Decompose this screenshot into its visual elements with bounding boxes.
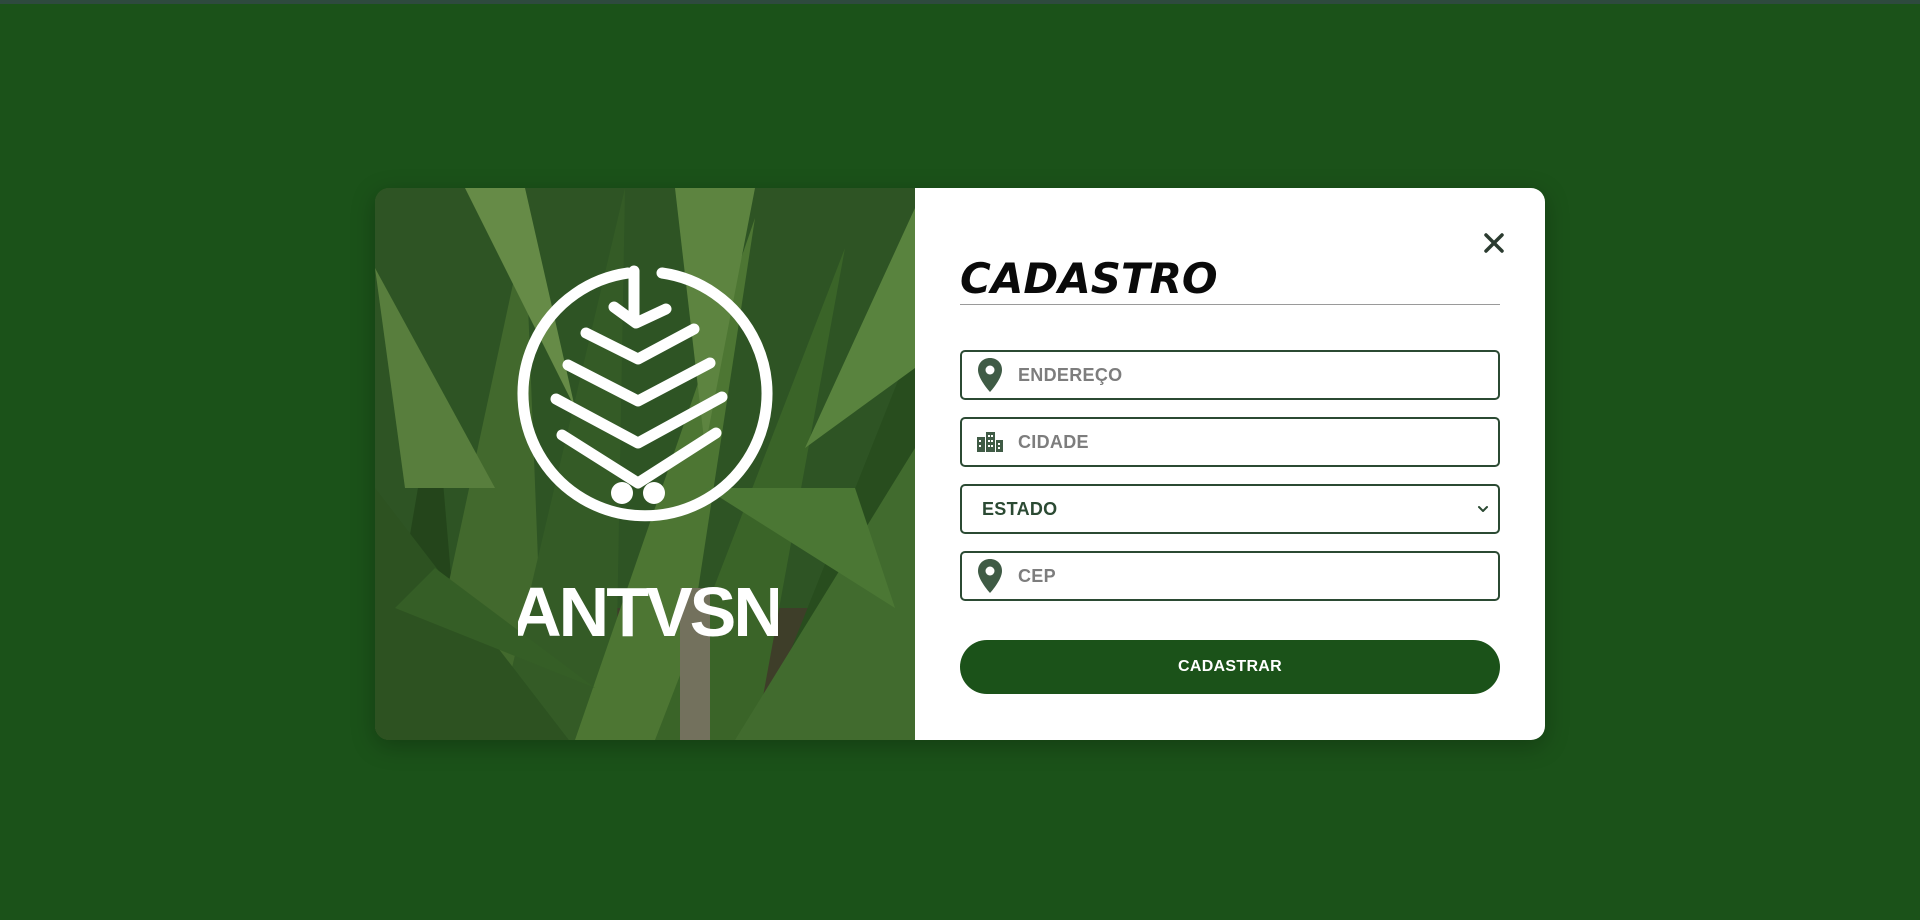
cep-field[interactable] [960,551,1500,601]
palm-leaf-circle-logo [517,265,773,522]
map-pin-icon [962,553,1018,599]
form-title: CADASTRO [960,254,1218,303]
city-input[interactable] [1018,422,1498,462]
title-divider [960,304,1500,305]
cep-input[interactable] [1018,556,1498,596]
address-input[interactable] [1018,355,1498,395]
city-field[interactable] [960,417,1500,467]
brand-wordmark-text: ANTVSN [518,576,778,646]
address-field[interactable] [960,350,1500,400]
signup-modal: ANTVSN CADASTRO ENDEREÇO CIDADE ESTADO C… [375,188,1545,740]
brand-wordmark: ANTVSN [518,576,778,646]
close-icon [1484,233,1504,253]
signup-form-panel: CADASTRO ENDEREÇO CIDADE ESTADO CEP CADA… [915,188,1545,740]
register-button[interactable]: CADASTRAR [960,640,1500,694]
chevron-down-icon [1468,486,1498,532]
city-buildings-icon [962,419,1018,465]
map-pin-icon [962,352,1018,398]
close-button[interactable] [1479,228,1509,258]
state-select-value: ESTADO [982,498,1058,519]
browser-top-strip [0,0,1920,4]
state-select[interactable]: ESTADO [960,484,1500,534]
brand-image-panel: ANTVSN [375,188,915,740]
